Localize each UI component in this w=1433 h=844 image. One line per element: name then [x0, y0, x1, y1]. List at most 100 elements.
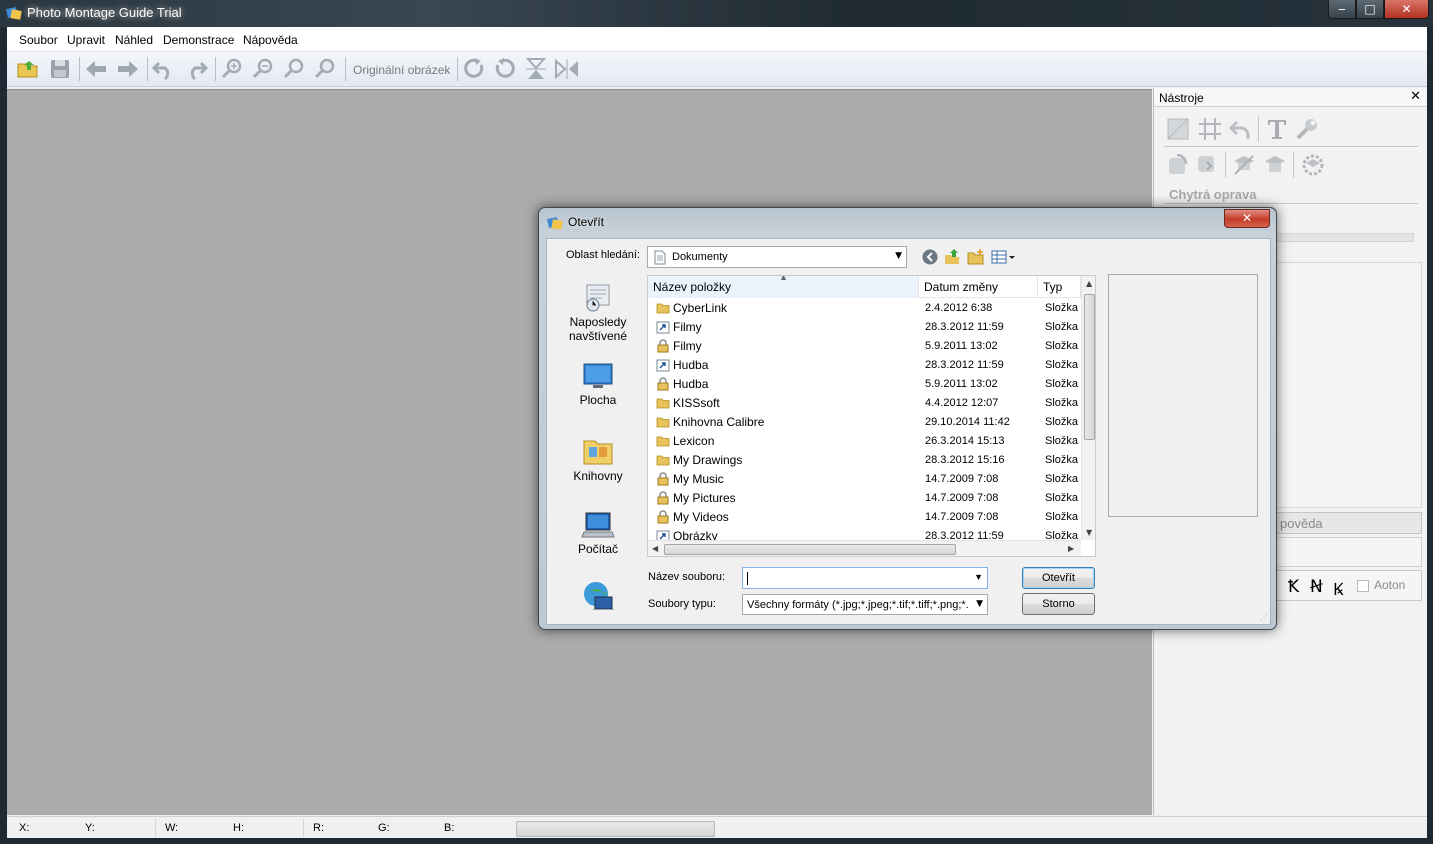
file-row[interactable]: My Pictures 14.7.2009 7:08 Složka	[648, 489, 1081, 508]
rotate-right-icon[interactable]	[461, 57, 487, 81]
flip-vertical-icon[interactable]	[523, 57, 549, 81]
file-row[interactable]: Filmy 5.9.2011 13:02 Složka	[648, 337, 1081, 356]
vertical-scroll-thumb[interactable]	[1084, 294, 1095, 440]
wrench-icon[interactable]	[1294, 116, 1320, 142]
menu-demonstration[interactable]: Demonstrace	[163, 33, 234, 47]
file-date: 14.7.2009 7:08	[925, 492, 999, 504]
file-row[interactable]: CyberLink 2.4.2012 6:38 Složka	[648, 299, 1081, 318]
tools-panel-close-icon[interactable]: ✕	[1410, 89, 1421, 104]
column-name[interactable]: ▲ Název položky	[648, 276, 919, 298]
place-libraries[interactable]: Knihovny	[551, 435, 645, 483]
curve-tool-2-icon[interactable]: Ꞥ	[1310, 577, 1323, 597]
place-desktop[interactable]: Plocha	[551, 361, 645, 407]
file-name-input[interactable]: ▼	[742, 567, 988, 589]
file-type: Složka	[1045, 397, 1079, 409]
network-icon	[584, 582, 614, 610]
vertical-scrollbar[interactable]: ▲ ▼	[1081, 276, 1095, 540]
minimize-button[interactable]: ‒	[1328, 0, 1356, 19]
adjust-tool-icon[interactable]	[1195, 152, 1221, 178]
back-icon[interactable]	[921, 248, 939, 266]
original-image-button[interactable]: Originální obrázek	[353, 63, 450, 77]
horizontal-scrollbar[interactable]: ◀ ▶	[648, 540, 1081, 556]
up-folder-icon[interactable]	[943, 248, 961, 266]
smart-fix-heading: Chytrá oprava	[1169, 187, 1257, 202]
settings-cap-icon[interactable]	[1300, 152, 1326, 178]
menu-help[interactable]: Nápověda	[243, 33, 298, 47]
back-arrow-icon[interactable]	[83, 57, 109, 81]
remove-hat-icon[interactable]	[1231, 152, 1257, 178]
undo-tool-icon[interactable]	[1227, 116, 1253, 142]
flip-horizontal-icon[interactable]	[554, 57, 580, 81]
folder-icon	[656, 434, 670, 448]
file-list-header: ▲ Název položky Datum změny Typ	[648, 276, 1081, 298]
horizontal-scroll-thumb[interactable]	[664, 544, 956, 555]
file-row[interactable]: My Videos 14.7.2009 7:08 Složka	[648, 508, 1081, 527]
menu-view[interactable]: Náhled	[115, 33, 153, 47]
menu-file[interactable]: Soubor	[19, 33, 58, 47]
scroll-down-icon[interactable]: ▼	[1086, 528, 1092, 537]
file-name: My Drawings	[673, 453, 743, 467]
curve-tool-3-icon[interactable]: Ꝃ	[1333, 577, 1344, 600]
file-row[interactable]: Lexicon 26.3.2014 15:13 Složka	[648, 432, 1081, 451]
folder-icon	[656, 415, 670, 429]
column-type[interactable]: Typ	[1038, 276, 1081, 298]
curve-tool-1-icon[interactable]: Ꝁ	[1288, 577, 1299, 597]
tools-panel-title: Nástroje	[1159, 91, 1204, 105]
file-row[interactable]: KISSsoft 4.4.2012 12:07 Složka	[648, 394, 1081, 413]
shortcut-icon	[656, 320, 670, 334]
zoom-fit-icon[interactable]	[281, 57, 307, 81]
file-type: Složka	[1045, 511, 1079, 523]
status-x: X:	[19, 822, 30, 834]
maximize-button[interactable]: □	[1356, 0, 1384, 19]
save-icon[interactable]	[47, 57, 73, 81]
new-folder-icon[interactable]	[967, 248, 985, 266]
file-type: Složka	[1045, 454, 1079, 466]
file-row[interactable]: Filmy 28.3.2012 11:59 Složka	[648, 318, 1081, 337]
file-row[interactable]: Hudba 5.9.2011 13:02 Složka	[648, 375, 1081, 394]
folder-icon	[656, 453, 670, 467]
dialog-body: Oblast hledání: Dokumenty ▼ Naposledy na…	[546, 238, 1271, 625]
look-in-dropdown[interactable]: Dokumenty ▼	[647, 246, 907, 268]
chevron-down-icon[interactable]: ▼	[974, 572, 983, 582]
open-button[interactable]: Otevřít	[1022, 567, 1095, 589]
file-row[interactable]: Knihovna Calibre 29.10.2014 11:42 Složka	[648, 413, 1081, 432]
forward-arrow-icon[interactable]	[115, 57, 141, 81]
scroll-up-icon[interactable]: ▲	[1086, 279, 1092, 288]
close-button[interactable]: ✕	[1384, 0, 1429, 19]
column-date[interactable]: Datum změny	[919, 276, 1038, 298]
file-name: Lexicon	[673, 434, 715, 448]
cancel-button[interactable]: Storno	[1022, 593, 1095, 615]
place-recent[interactable]: Naposledy navštívené	[551, 281, 645, 343]
scroll-left-icon[interactable]: ◀	[652, 544, 658, 553]
graduation-cap-icon[interactable]	[1262, 152, 1288, 178]
file-type-select[interactable]: Všechny formáty (*.jpg;*.jpeg;*.tif;*.ti…	[742, 594, 988, 615]
undo-icon[interactable]	[151, 57, 177, 81]
place-computer[interactable]: Počítač	[551, 510, 645, 556]
file-row[interactable]: My Drawings 28.3.2012 15:16 Složka	[648, 451, 1081, 470]
redo-icon[interactable]	[183, 57, 209, 81]
rotate-left-icon[interactable]	[492, 57, 518, 81]
zoom-out-icon[interactable]	[250, 57, 276, 81]
rotate-tool-icon[interactable]	[1165, 152, 1191, 178]
zoom-actual-icon[interactable]	[312, 57, 338, 81]
place-network[interactable]	[551, 580, 645, 610]
menu-edit[interactable]: Upravit	[67, 33, 105, 47]
scroll-right-icon[interactable]: ▶	[1068, 544, 1074, 553]
file-row[interactable]: Hudba 28.3.2012 11:59 Složka	[648, 356, 1081, 375]
file-row[interactable]: My Music 14.7.2009 7:08 Složka	[648, 470, 1081, 489]
resize-grip-icon[interactable]: ⋰	[1260, 613, 1268, 622]
view-menu-icon[interactable]	[991, 248, 1017, 266]
status-y: Y:	[85, 822, 95, 834]
sort-ascending-icon: ▲	[779, 275, 788, 282]
zoom-in-icon[interactable]	[219, 57, 245, 81]
crop-icon[interactable]	[1165, 116, 1191, 142]
file-date: 5.9.2011 13:02	[925, 378, 998, 390]
file-name: CyberLink	[673, 301, 728, 315]
dialog-close-button[interactable]: ✕	[1224, 209, 1270, 228]
auto-checkbox[interactable]	[1357, 580, 1369, 592]
dialog-title: Otevřít	[568, 215, 605, 229]
open-folder-icon[interactable]	[15, 57, 41, 81]
grid-icon[interactable]	[1197, 116, 1223, 142]
file-name: My Videos	[673, 510, 729, 524]
text-tool-icon[interactable]	[1264, 116, 1290, 142]
